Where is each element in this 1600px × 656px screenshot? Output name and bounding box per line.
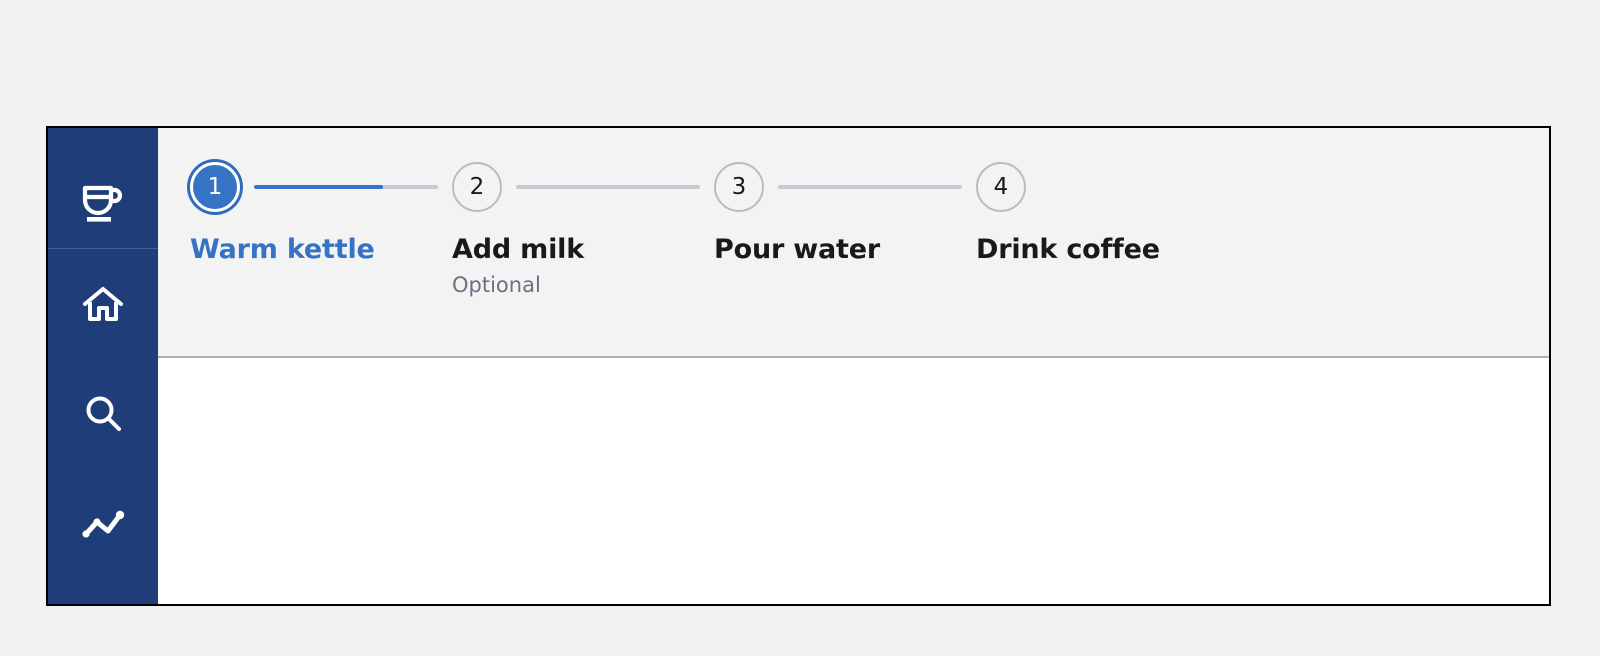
step-connector-2 bbox=[516, 185, 700, 189]
line-chart-icon bbox=[79, 502, 127, 546]
step-label: Warm kettle bbox=[190, 234, 375, 265]
sidebar-logo[interactable] bbox=[48, 156, 158, 248]
step-circle-row: 3 bbox=[714, 162, 976, 212]
step-circle-row: 2 bbox=[452, 162, 714, 212]
step-connector-3 bbox=[778, 185, 962, 189]
step-label: Pour water bbox=[714, 234, 880, 265]
step-number-badge[interactable]: 1 bbox=[190, 162, 240, 212]
app-window: 1 Warm kettle 2 Add milk Optional 3 Pour… bbox=[46, 126, 1551, 606]
step-circle-row: 1 bbox=[190, 162, 452, 212]
coffee-cup-icon bbox=[77, 176, 129, 228]
step-connector-fill bbox=[254, 185, 383, 189]
stepper: 1 Warm kettle 2 Add milk Optional 3 Pour… bbox=[158, 162, 1549, 297]
home-icon bbox=[81, 282, 125, 326]
sidebar-item-search[interactable] bbox=[48, 359, 158, 469]
stepper-header: 1 Warm kettle 2 Add milk Optional 3 Pour… bbox=[158, 128, 1549, 358]
step-connector-1 bbox=[254, 185, 438, 189]
step-sublabel: Optional bbox=[452, 273, 541, 297]
stepper-step-1[interactable]: 1 Warm kettle bbox=[190, 162, 452, 265]
sidebar-item-home[interactable] bbox=[48, 249, 158, 359]
step-number-badge[interactable]: 2 bbox=[452, 162, 502, 212]
search-icon bbox=[81, 392, 125, 436]
main-column: 1 Warm kettle 2 Add milk Optional 3 Pour… bbox=[158, 128, 1549, 604]
step-circle-row: 4 bbox=[976, 162, 1176, 212]
sidebar-item-analytics[interactable] bbox=[48, 469, 158, 579]
sidebar-navigation bbox=[48, 128, 158, 604]
step-number-badge[interactable]: 4 bbox=[976, 162, 1026, 212]
step-label: Add milk bbox=[452, 234, 584, 265]
step-number-badge[interactable]: 3 bbox=[714, 162, 764, 212]
step-label: Drink coffee bbox=[976, 234, 1160, 265]
stepper-step-4[interactable]: 4 Drink coffee bbox=[976, 162, 1176, 265]
stepper-step-2[interactable]: 2 Add milk Optional bbox=[452, 162, 714, 297]
content-panel bbox=[158, 358, 1549, 604]
stepper-step-3[interactable]: 3 Pour water bbox=[714, 162, 976, 265]
